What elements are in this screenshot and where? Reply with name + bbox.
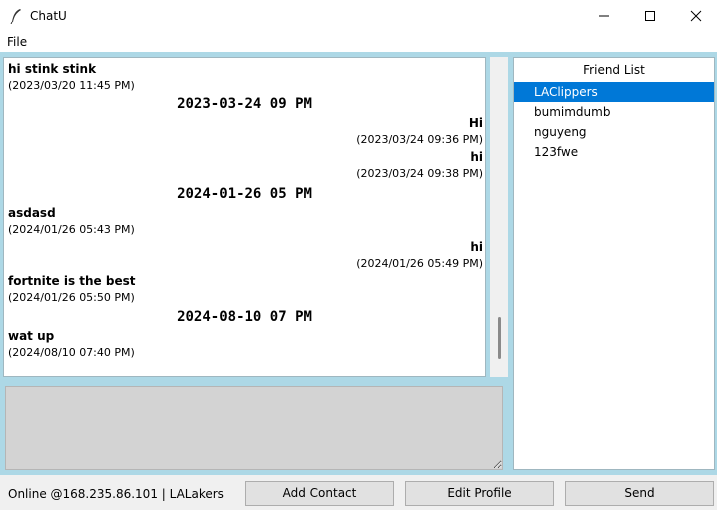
message-timestamp: (2024/01/26 05:50 PM) xyxy=(8,291,135,304)
message-text: Hi xyxy=(468,116,483,130)
message-timestamp: (2024/08/10 07:40 PM) xyxy=(8,346,135,359)
friend-list[interactable]: Friend List LAClippers bumimdumb nguyeng… xyxy=(513,57,715,470)
window-title: ChatU xyxy=(30,9,67,23)
send-button[interactable]: Send xyxy=(565,481,714,506)
maximize-icon xyxy=(645,11,655,21)
message-text: hi stink stink xyxy=(8,62,97,76)
scrollbar-thumb[interactable] xyxy=(498,317,501,359)
message-timestamp: (2024/01/26 05:49 PM) xyxy=(356,257,483,270)
message-text: asdasd xyxy=(8,206,56,220)
friend-item[interactable]: bumimdumb xyxy=(514,102,714,122)
minimize-icon xyxy=(599,15,609,17)
friend-item[interactable]: 123fwe xyxy=(514,142,714,162)
date-header: 2024-01-26 05 PM xyxy=(177,186,312,202)
message-input[interactable] xyxy=(5,386,503,470)
message-text: wat up xyxy=(8,329,55,343)
message-text: hi xyxy=(470,150,483,164)
message-text: fortnite is the best xyxy=(8,274,136,288)
friend-item-selected[interactable]: LAClippers xyxy=(514,82,714,102)
message-timestamp: (2023/03/24 09:38 PM) xyxy=(356,167,483,180)
date-header: 2024-08-10 07 PM xyxy=(177,309,312,325)
edit-profile-button[interactable]: Edit Profile xyxy=(405,481,554,506)
close-icon xyxy=(690,10,702,22)
feather-icon xyxy=(10,9,21,24)
chatu-window: ChatU File hi stink stink (2023/03/20 11:… xyxy=(0,0,717,510)
message-timestamp: (2023/03/24 09:36 PM) xyxy=(356,133,483,146)
menu-bar: File xyxy=(0,32,717,52)
date-header: 2023-03-24 09 PM xyxy=(177,96,312,112)
menu-file[interactable]: File xyxy=(7,35,27,49)
message-timestamp: (2024/01/26 05:43 PM) xyxy=(8,223,135,236)
title-bar[interactable]: ChatU xyxy=(0,0,717,32)
friend-item[interactable]: nguyeng xyxy=(514,122,714,142)
message-timestamp: (2023/03/20 11:45 PM) xyxy=(8,79,135,92)
maximize-button[interactable] xyxy=(627,0,673,32)
chat-scrollbar[interactable] xyxy=(490,57,508,377)
friend-list-header: Friend List xyxy=(583,63,645,77)
message-text: hi xyxy=(470,240,483,254)
add-contact-button[interactable]: Add Contact xyxy=(245,481,394,506)
close-button[interactable] xyxy=(673,0,717,32)
chat-history[interactable]: hi stink stink (2023/03/20 11:45 PM) 2023-… xyxy=(3,57,486,377)
connection-status: Online @168.235.86.101 | LALakers xyxy=(8,487,224,501)
minimize-button[interactable] xyxy=(581,0,627,32)
